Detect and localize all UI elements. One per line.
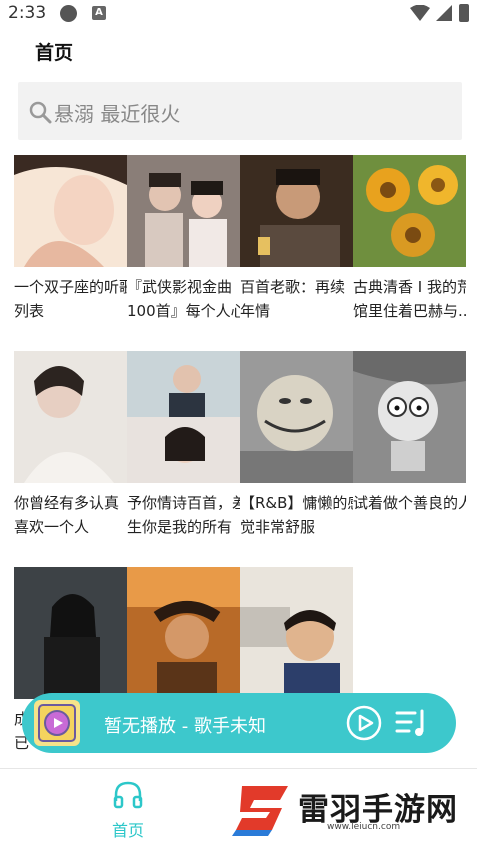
playlist-title-line1: 古典清香 I 我的荒岛 <box>353 278 466 296</box>
tab-home-label: 首页 <box>111 821 144 840</box>
app-notification-icon: A <box>92 6 106 20</box>
playlist-cover <box>240 351 353 483</box>
playlist-cover <box>240 567 353 699</box>
search-placeholder: 悬溺 最近很火 <box>54 102 181 126</box>
playlist-title-line2: 年情 <box>240 302 271 320</box>
playlist-card[interactable]: 你曾经有多认真 喜欢一个人 <box>14 351 127 539</box>
album-art-icon <box>34 700 80 746</box>
tab-home[interactable]: 首页 <box>102 781 154 841</box>
playlist-card[interactable]: 一个双子座的听歌 列表 <box>14 155 127 323</box>
playlist-title-line1: 予你情诗百首，差 <box>127 494 240 512</box>
playlist-title-line1: 【R&B】慵懒的感 <box>240 494 353 512</box>
playlist-title-line2: 100首』每个人心中 <box>127 302 240 320</box>
playlist-title-line2: 喜欢一个人 <box>14 518 90 536</box>
playlist-card[interactable]: 古典清香 I 我的荒岛馆里住着巴赫与... <box>353 155 466 323</box>
search-icon <box>29 101 52 124</box>
notification-icon <box>60 5 77 22</box>
playlist-title-line2: 觉非常舒服 <box>240 518 316 536</box>
now-playing-text: 暂无播放 - 歌手未知 <box>104 716 266 737</box>
status-bar: 2:33 A <box>0 0 477 28</box>
mini-player[interactable]: 暂无播放 - 歌手未知 <box>22 693 456 753</box>
playlist-cover <box>127 155 240 267</box>
playlist-title-line2: 列表 <box>14 302 45 320</box>
playlist-title-line1: 你曾经有多认真 <box>14 494 120 512</box>
wifi-icon <box>410 5 430 21</box>
signal-icon <box>436 5 452 21</box>
playlist-title-line2: 生你是我的所有 <box>127 518 233 536</box>
playlist-title-line1: 百首老歌：再续 <box>240 278 346 296</box>
playlist-cover <box>353 155 466 267</box>
playlist-title-line1: 『武侠影视金曲 <box>127 278 233 296</box>
search-bar[interactable]: 悬溺 最近很火 <box>18 82 462 140</box>
playlist-title-line1: 试着做个善良的人 <box>353 494 466 512</box>
playlist-cover <box>127 567 240 699</box>
battery-icon <box>459 4 469 22</box>
playlist-card[interactable]: 试着做个善良的人 <box>353 351 466 539</box>
playlist-cover <box>127 351 240 483</box>
playlist-cover <box>353 351 466 483</box>
playlist-queue-icon[interactable] <box>395 707 429 739</box>
playlist-title-line2: 馆里住着巴赫与... <box>353 302 466 320</box>
playlist-cover <box>14 155 127 267</box>
playlist-card[interactable]: 百首老歌：再续 年情 <box>240 155 353 323</box>
playlist-cover <box>14 567 127 699</box>
watermark-logo: 雷羽手游网 www.leiucn.com <box>232 778 472 838</box>
playlist-title-line1: 一个双子座的听歌 <box>14 278 127 296</box>
status-time: 2:33 <box>8 3 47 23</box>
play-button-icon[interactable] <box>346 705 382 741</box>
playlist-card[interactable]: 予你情诗百首，差 生你是我的所有 <box>127 351 240 539</box>
headphones-icon <box>113 781 143 809</box>
playlist-cover <box>14 351 127 483</box>
watermark-url: www.leiucn.com <box>327 822 401 832</box>
playlist-card[interactable]: 【R&B】慵懒的感 觉非常舒服 <box>240 351 353 539</box>
page-title: 首页 <box>35 42 74 64</box>
playlist-cover <box>240 155 353 267</box>
playlist-card[interactable]: 『武侠影视金曲 100首』每个人心中 <box>127 155 240 323</box>
logo-icon <box>232 786 288 836</box>
